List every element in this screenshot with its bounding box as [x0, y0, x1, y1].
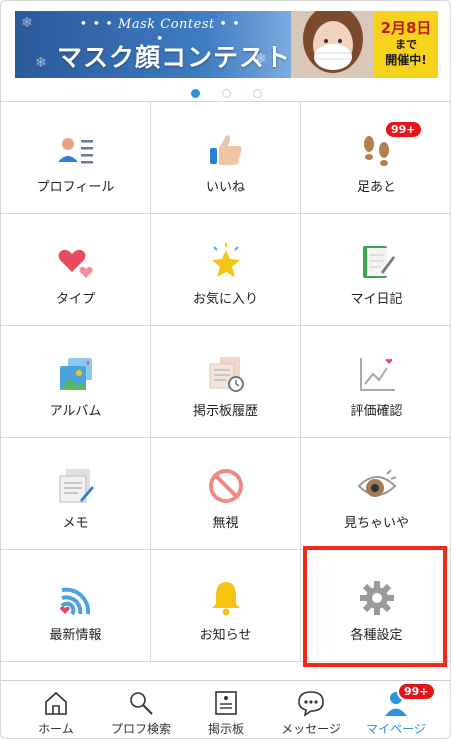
menu-label: 無視	[212, 516, 239, 531]
rating-chart-icon	[359, 358, 395, 391]
tab-messages[interactable]: メッセージ	[266, 681, 356, 738]
menu-label: 評価確認	[350, 404, 403, 419]
masked-model-image	[291, 11, 375, 78]
tab-label: マイページ	[366, 722, 426, 736]
menu-label: プロフィール	[36, 180, 115, 195]
chat-icon	[298, 691, 324, 717]
hearts-icon	[58, 249, 93, 278]
menu-like[interactable]: いいね	[151, 102, 301, 214]
menu-label: 掲示板履歴	[192, 404, 258, 419]
menu-ignore[interactable]: 無視	[151, 438, 301, 550]
menu-label: メモ	[62, 516, 89, 531]
date-line: 2月8日	[380, 19, 432, 37]
menu-album[interactable]: アルバム	[1, 326, 151, 438]
menu-label: いいね	[205, 180, 245, 195]
settings-highlight-box	[303, 546, 447, 667]
banner-title: マスク顔コンテスト	[57, 43, 292, 72]
snowflake-icon: ❄	[21, 15, 33, 31]
bottom-tab-bar: ホーム プロフ検索 掲示板 メッセージ 99+ マイページ	[1, 680, 450, 738]
memo-icon	[59, 469, 94, 503]
tab-label: メッセージ	[281, 722, 341, 736]
menu-label: お知らせ	[199, 628, 252, 643]
menu-favorites[interactable]: お気に入り	[151, 214, 301, 326]
tab-label: プロフ検索	[110, 722, 171, 736]
tab-mypage[interactable]: 99+ マイページ	[351, 681, 441, 738]
tab-profile-search[interactable]: プロフ検索	[96, 681, 186, 738]
mypage-count-badge: 99+	[397, 682, 436, 701]
menu-type[interactable]: タイプ	[1, 214, 151, 326]
menu-notice[interactable]: お知らせ	[151, 550, 301, 662]
snowflake-icon: ❄	[35, 55, 47, 71]
date-box: 2月8日 まで 開催中!	[374, 11, 438, 78]
app-frame: ❄ ❄ ❄ • • • Mask Contest • • • マスク顔コンテスト…	[0, 0, 451, 739]
menu-label: 最新情報	[49, 628, 102, 643]
contest-banner[interactable]: ❄ ❄ ❄ • • • Mask Contest • • • マスク顔コンテスト…	[15, 11, 438, 78]
album-icon	[59, 358, 92, 390]
date-line: まで	[395, 38, 417, 51]
tab-board[interactable]: 掲示板	[181, 681, 271, 738]
menu-diary[interactable]: マイ日記	[301, 214, 450, 326]
menu-label: マイ日記	[350, 292, 403, 307]
menu-footprints[interactable]: 99+ 足あと	[301, 102, 450, 214]
block-icon	[208, 469, 243, 503]
menu-label: お気に入り	[192, 292, 258, 307]
eye-icon	[357, 469, 396, 497]
menu-rating[interactable]: 評価確認	[301, 326, 450, 438]
tab-label: 掲示板	[207, 722, 244, 736]
search-icon	[130, 692, 153, 715]
menu-board-history[interactable]: 掲示板履歴	[151, 326, 301, 438]
diary-icon	[362, 246, 395, 278]
tab-home[interactable]: ホーム	[11, 681, 101, 738]
date-line: 開催中!	[385, 53, 427, 67]
menu-profile[interactable]: プロフィール	[1, 102, 151, 214]
menu-label: タイプ	[55, 292, 95, 307]
menu-news[interactable]: 最新情報	[1, 550, 151, 662]
star-icon	[211, 243, 240, 277]
home-icon	[45, 691, 67, 715]
menu-hide-from[interactable]: 見ちゃいや	[301, 438, 450, 550]
feed-icon	[59, 587, 90, 616]
thumbs-up-icon	[209, 135, 242, 165]
footprints-count-badge: 99+	[384, 120, 423, 139]
carousel-dot-active[interactable]	[191, 89, 200, 98]
menu-memo[interactable]: メモ	[1, 438, 151, 550]
carousel-dot[interactable]	[253, 89, 262, 98]
menu-label: 足あと	[356, 180, 396, 195]
carousel-dots	[1, 83, 450, 98]
tab-label: ホーム	[38, 722, 74, 736]
menu-label: 見ちゃいや	[343, 516, 409, 531]
bell-icon	[211, 582, 240, 616]
board-icon	[215, 691, 237, 715]
board-history-icon	[209, 357, 244, 392]
profile-icon	[57, 138, 93, 164]
menu-label: アルバム	[49, 404, 102, 419]
carousel-dot[interactable]	[222, 89, 231, 98]
